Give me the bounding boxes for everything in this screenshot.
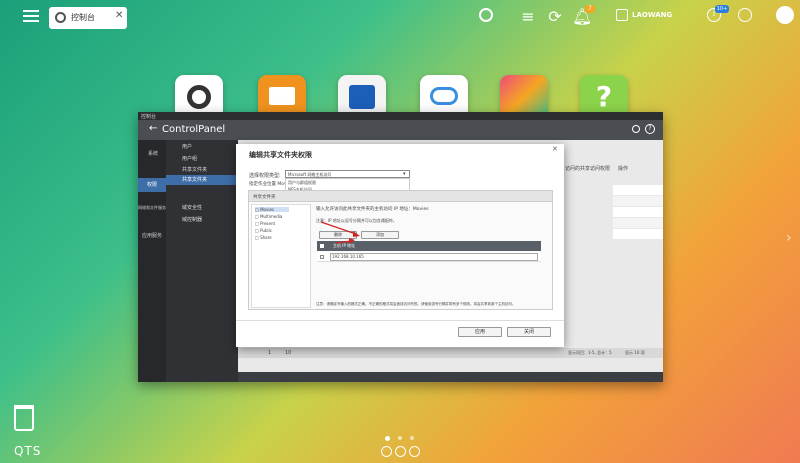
display-count[interactable]: 显示 10 项 bbox=[625, 350, 645, 356]
sync-icon[interactable]: ⟳ bbox=[546, 5, 564, 29]
annotation-arrows bbox=[320, 221, 360, 244]
table-row bbox=[613, 229, 663, 239]
menu-item-shared-folders[interactable]: 共享文件夹 bbox=[182, 166, 207, 173]
pagination-info: 显示项目：1-5, 总计：5 bbox=[568, 350, 612, 355]
search-window-icon[interactable] bbox=[632, 125, 640, 133]
nav-sidebar: 系统 权限 网络和文件服务 应用服务 bbox=[138, 140, 166, 382]
page-dot-active[interactable] bbox=[385, 436, 390, 441]
app-title: ControlPanel bbox=[162, 124, 226, 135]
top-taskbar: 控制台 ✕ ≡ ⟳ 🔔︎ 7 LAOWANG i 10+ bbox=[0, 0, 800, 36]
shortcut-search-icon[interactable] bbox=[395, 446, 406, 457]
window-title: 控制台 bbox=[141, 114, 157, 120]
cloud-icon[interactable] bbox=[776, 6, 794, 24]
updates-badge: 10+ bbox=[715, 5, 729, 13]
arrow-head-add bbox=[353, 231, 360, 237]
page-number[interactable]: 1 bbox=[268, 350, 271, 356]
nav-item-privilege[interactable]: 权限 bbox=[138, 178, 166, 192]
app-tab-label: 控制台 bbox=[71, 13, 95, 22]
window-titlebar[interactable]: 控制台 bbox=[138, 112, 663, 120]
shortcut-link-icon[interactable] bbox=[381, 446, 392, 457]
table-row bbox=[613, 207, 663, 217]
menu-item-domain-security[interactable]: 域安全性 bbox=[182, 204, 202, 211]
table-row bbox=[613, 218, 663, 228]
menu-item-shared-folders-active[interactable]: 共享文件夹 bbox=[166, 175, 238, 185]
user-icon[interactable] bbox=[616, 9, 628, 21]
help-window-icon[interactable]: ? bbox=[645, 124, 655, 134]
control-panel-tab-icon bbox=[55, 12, 66, 23]
menu-item-domain-controller[interactable]: 域控制器 bbox=[182, 216, 202, 223]
close-tab-icon[interactable]: ✕ bbox=[115, 10, 123, 21]
shortcut-settings-icon[interactable] bbox=[409, 446, 420, 457]
page-dot[interactable] bbox=[398, 436, 402, 440]
menu-item-groups[interactable]: 用户组 bbox=[182, 155, 197, 162]
nav-item-system[interactable]: 系统 bbox=[141, 150, 165, 157]
apply-button[interactable]: 应用 bbox=[458, 327, 502, 337]
trash-icon[interactable] bbox=[14, 405, 34, 431]
dialog-divider bbox=[236, 320, 564, 321]
menu-item-users[interactable]: 用户 bbox=[182, 143, 192, 150]
menu-icon[interactable] bbox=[22, 6, 40, 30]
nav-item-applications[interactable]: 应用服务 bbox=[138, 232, 166, 239]
back-arrow-icon[interactable]: ← bbox=[149, 123, 157, 134]
table-row bbox=[613, 185, 663, 195]
notifications-badge: 7 bbox=[585, 5, 595, 13]
arrow-line-ip bbox=[335, 240, 352, 244]
window-footer: 1 10 显示项目：1-5, 总计：5 显示 10 项 bbox=[238, 348, 663, 358]
chevron-right-icon[interactable]: › bbox=[786, 230, 792, 246]
window-header: ← ControlPanel ? bbox=[138, 120, 663, 140]
edit-permission-dialog: 编辑共享文件夹权限 ✕ 选择权限类型: Microsoft 网络主机访问 ▾ 指… bbox=[236, 144, 564, 347]
page-dot[interactable] bbox=[410, 436, 414, 440]
cancel-button[interactable]: 关闭 bbox=[507, 327, 551, 337]
search-icon[interactable] bbox=[479, 8, 493, 22]
column-header-action: 操作 bbox=[618, 166, 629, 172]
nav-item-network[interactable]: 网络和文件服务 bbox=[138, 205, 166, 211]
page-size[interactable]: 10 bbox=[285, 350, 291, 356]
arrow-head-ip bbox=[349, 238, 355, 244]
app-tab[interactable]: 控制台 ✕ bbox=[49, 7, 127, 29]
username[interactable]: LAOWANG bbox=[632, 11, 672, 19]
column-header-access: 访问的共享访问权限 bbox=[565, 166, 611, 172]
arrow-line-add bbox=[320, 221, 357, 235]
menu-panel: 用户 用户组 共享文件夹 共享文件夹 域安全性 域控制器 bbox=[166, 140, 238, 382]
table-row bbox=[613, 196, 663, 206]
qts-logo: QTS bbox=[14, 444, 42, 458]
dashboard-icon[interactable] bbox=[738, 8, 752, 22]
queue-icon[interactable]: ≡ bbox=[519, 5, 537, 29]
